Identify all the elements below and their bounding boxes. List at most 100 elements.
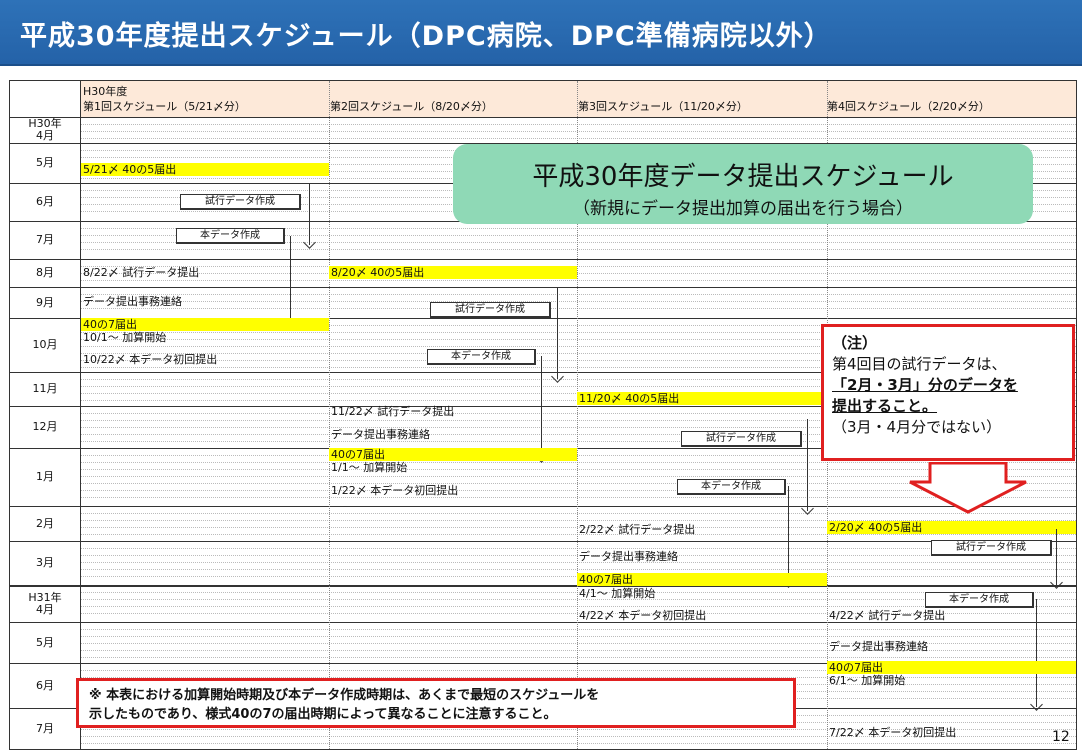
- month-column: [10, 81, 81, 749]
- grid-line: [81, 249, 1076, 250]
- month-label: H31年 4月: [28, 590, 62, 616]
- event-addon-start: 1/1～ 加算開始: [331, 461, 408, 474]
- event-40-5-filing: 8/20〆 40の5届出: [331, 266, 425, 279]
- note-line-1: 第4回目の試行データは、: [832, 355, 1007, 373]
- month-label: 3月: [36, 556, 54, 569]
- footnote-box: ※ 本表における加算開始時期及び本データ作成時期は、あくまで最短のスケジュールを…: [76, 678, 796, 728]
- main-data-box: 本データ作成: [925, 592, 1034, 608]
- month-label: 9月: [36, 295, 54, 309]
- month-label: 5月: [36, 635, 54, 649]
- event-40-5-filing: 11/20〆 40の5届出: [579, 392, 680, 405]
- grid-line: [81, 138, 1076, 139]
- column-header-4: 第4回スケジュール（2/20〆分）: [827, 100, 990, 113]
- down-arrow: [309, 184, 310, 245]
- event-addon-start: 4/1～ 加算開始: [579, 587, 656, 600]
- row-divider: [10, 259, 1076, 260]
- callout-title: 平成30年度データ提出スケジュール: [532, 162, 954, 192]
- grid-line: [81, 266, 1076, 267]
- month-label: 12月: [32, 420, 58, 433]
- column-header-1: 第1回スケジュール（5/21〆分）: [83, 100, 246, 113]
- month-label: 2月: [36, 516, 54, 530]
- grid-line: [81, 294, 1076, 295]
- note-box: （注） 第4回目の試行データは、 「2月・3月」分のデータを 提出すること。 （…: [821, 324, 1075, 461]
- event-40-5-filing: 2/20〆 40の5届出: [829, 521, 923, 534]
- column-divider: [329, 81, 330, 749]
- event-40-7-filing: 40の7届出: [331, 448, 385, 461]
- trial-data-box: 試行データ作成: [681, 431, 802, 447]
- event-trial-submit: 11/22〆 試行データ提出: [331, 405, 455, 418]
- month-label: 6月: [36, 195, 54, 208]
- note-head: （注）: [832, 334, 878, 352]
- grid-line: [81, 131, 1076, 132]
- down-arrow: [557, 288, 558, 379]
- event-40-5-filing: 5/21〆 40の5届出: [83, 163, 177, 176]
- main-data-box: 本データ作成: [677, 479, 786, 495]
- grid-line: [81, 743, 1076, 744]
- event-main-submit: 1/22〆 本データ初回提出: [331, 484, 459, 497]
- grid-line: [81, 301, 1076, 302]
- row-divider: [10, 622, 1076, 623]
- column-header-2: 第2回スケジュール（8/20〆分）: [330, 100, 493, 113]
- grid-line: [81, 629, 1076, 630]
- event-notice: データ提出事務連絡: [829, 640, 928, 653]
- grid-line: [81, 308, 1076, 309]
- down-arrow: [788, 486, 789, 584]
- event-main-submit: 4/22〆 本データ初回提出: [579, 609, 707, 622]
- month-label: 7月: [36, 721, 54, 735]
- month-label: 10月: [32, 338, 58, 351]
- row-divider: [10, 541, 1076, 542]
- footnote-line-2: 示したものであり、様式40の7の届出時期によって異なることに注意すること。: [89, 707, 557, 722]
- event-notice: データ提出事務連絡: [83, 295, 182, 308]
- event-notice: データ提出事務連絡: [331, 428, 430, 441]
- note-line-4: （3月・4月分ではない）: [832, 418, 1002, 436]
- event-40-7-filing: 40の7届出: [83, 318, 137, 331]
- event-trial-submit: 2/22〆 試行データ提出: [579, 523, 696, 536]
- trial-data-box: 試行データ作成: [430, 302, 551, 318]
- down-arrow: [541, 356, 542, 459]
- event-notice: データ提出事務連絡: [579, 550, 678, 563]
- month-label: 6月: [36, 678, 54, 692]
- event-addon-start: 10/1～ 加算開始: [83, 331, 167, 344]
- main-data-box: 本データ作成: [427, 349, 536, 365]
- grid-line: [81, 636, 1076, 637]
- event-main-submit: 7/22〆 本データ初回提出: [829, 726, 957, 739]
- row-divider: [10, 585, 1076, 587]
- grid-line: [81, 280, 1076, 281]
- month-label: 5月: [36, 156, 54, 169]
- down-arrow: [807, 419, 808, 511]
- month-label: 11月: [32, 382, 58, 395]
- title-bar: 平成30年度提出スケジュール（DPC病院、DPC準備病院以外）: [0, 0, 1082, 66]
- page-title: 平成30年度提出スケジュール（DPC病院、DPC準備病院以外）: [20, 21, 832, 52]
- event-main-submit: 10/22〆 本データ初回提出: [83, 353, 218, 366]
- main-data-box: 本データ作成: [176, 228, 285, 244]
- trial-data-box: 試行データ作成: [180, 194, 301, 210]
- row-divider: [10, 117, 1076, 118]
- event-40-7-filing: 40の7届出: [579, 573, 633, 586]
- down-arrow: [1036, 599, 1037, 707]
- callout-subtitle: （新規にデータ提出加算の届出を行う場合）: [573, 199, 913, 219]
- down-arrow: [290, 236, 291, 327]
- grid-line: [81, 548, 1076, 549]
- grid-line: [81, 124, 1076, 125]
- note-line-3: 提出すること。: [832, 397, 938, 415]
- month-label: 7月: [36, 233, 54, 246]
- event-addon-start: 6/1～ 加算開始: [829, 674, 906, 687]
- grid-line: [81, 569, 1076, 570]
- grid-line: [81, 657, 1076, 658]
- down-red-arrow-icon: [909, 462, 1027, 514]
- down-arrow: [1056, 529, 1057, 585]
- event-trial-submit: 4/22〆 試行データ提出: [829, 609, 946, 622]
- grid-line: [81, 273, 1076, 274]
- event-trial-submit: 8/22〆 試行データ提出: [83, 266, 200, 279]
- note-line-2: 「2月・3月」分のデータを: [832, 376, 1018, 394]
- year-label: H30年度: [83, 85, 128, 98]
- month-label: H30年 4月: [28, 117, 62, 142]
- page-number: 12: [1052, 729, 1070, 745]
- month-label: 8月: [36, 266, 54, 279]
- trial-data-box: 試行データ作成: [931, 540, 1052, 556]
- column-header-3: 第3回スケジュール（11/20〆分）: [578, 100, 748, 113]
- schedule-callout: 平成30年度データ提出スケジュール （新規にデータ提出加算の届出を行う場合）: [453, 144, 1033, 224]
- row-divider: [10, 287, 1076, 288]
- event-40-7-filing: 40の7届出: [829, 661, 883, 674]
- month-label: 1月: [36, 470, 54, 483]
